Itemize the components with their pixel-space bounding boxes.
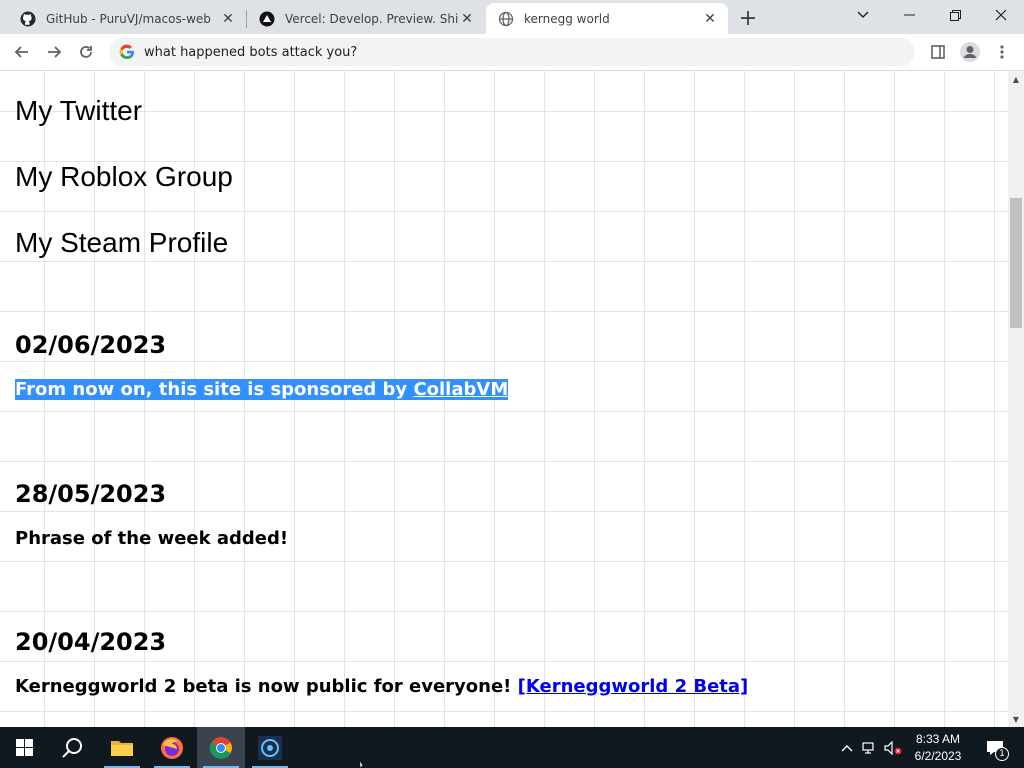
network-icon[interactable] [860,727,880,768]
update-text-body: Kerneggworld 2 beta is now public for ev… [15,676,518,697]
tab-strip: GitHub - PuruVJ/macos-web ✕ Vercel: Deve… [0,0,1024,34]
reload-icon[interactable] [72,38,100,66]
clock-date: 6/2/2023 [914,749,962,763]
tab-close-icon[interactable]: ✕ [220,11,236,27]
kerneggworld-beta-link[interactable]: [Kerneggworld 2 Beta] [518,676,749,697]
vertical-scrollbar[interactable]: ▲ ▼ [1008,71,1024,727]
taskbar-clock[interactable]: 8:33 AM 6/2/2023 [902,731,974,765]
notification-center-icon[interactable]: 1 [980,727,1010,768]
google-icon [119,44,135,60]
scroll-up-icon[interactable]: ▲ [1008,71,1024,87]
address-bar[interactable]: what happened bots attack you? [109,38,915,66]
menu-kebab-icon[interactable] [988,38,1016,66]
tab-title: Vercel: Develop. Preview. Ship. For [285,11,459,26]
notification-badge: 1 [995,747,1009,761]
tab-search-icon[interactable] [840,0,886,30]
browser-toolbar: what happened bots attack you? [0,34,1024,71]
collabvm-link[interactable]: CollabVM [413,379,508,400]
github-icon [20,11,36,27]
update-text: From now on, this site is sponsored by C… [15,379,509,400]
update-date: 20/04/2023 [15,628,167,656]
mouse-cursor-icon [360,760,365,768]
tray-overflow-icon[interactable] [838,727,856,768]
profile-avatar-icon[interactable] [956,38,984,66]
minimize-icon[interactable] [886,0,932,30]
new-tab-button[interactable]: + [735,6,761,31]
tab-title: kernegg world [524,11,610,26]
tab-github[interactable]: GitHub - PuruVJ/macos-web ✕ [8,3,246,34]
tab-close-icon[interactable]: ✕ [702,11,718,27]
windows-taskbar: 8:33 AM 6/2/2023 1 [0,727,1024,768]
close-icon[interactable] [978,0,1024,30]
volume-muted-icon[interactable] [882,727,904,768]
windows-start-icon[interactable] [0,727,48,768]
chrome-icon[interactable] [197,727,245,768]
update-date: 02/06/2023 [15,331,167,359]
page-viewport: My Twitter My Roblox Group My Steam Prof… [0,71,1008,727]
address-bar-text: what happened bots attack you? [144,44,358,60]
side-panel-icon[interactable] [924,38,952,66]
update-text: Phrase of the week added! [15,528,289,549]
scroll-down-icon[interactable]: ▼ [1008,711,1024,727]
steam-profile-link[interactable]: My Steam Profile [15,227,228,259]
update-date: 28/05/2023 [15,480,167,508]
tab-close-icon[interactable]: ✕ [459,11,475,27]
firefox-icon[interactable] [148,727,196,768]
back-icon[interactable] [8,38,36,66]
clock-time: 8:33 AM [915,732,961,746]
twitter-link[interactable]: My Twitter [15,95,142,127]
vercel-icon [259,11,275,27]
update-text-body: From now on, this site is sponsored by [15,379,414,400]
search-icon[interactable] [48,727,96,768]
tab-title: GitHub - PuruVJ/macos-web [46,11,211,26]
tab-kernegg-world[interactable]: kernegg world ✕ [486,3,728,34]
forward-icon[interactable] [40,38,68,66]
scrollbar-thumb[interactable] [1010,198,1022,328]
restore-icon[interactable] [932,0,978,30]
file-explorer-icon[interactable] [98,727,146,768]
tab-vercel[interactable]: Vercel: Develop. Preview. Ship. For ✕ [247,3,485,34]
globe-icon [498,11,514,27]
app-icon[interactable] [246,727,294,768]
update-text: Kerneggworld 2 beta is now public for ev… [15,676,748,697]
roblox-group-link[interactable]: My Roblox Group [15,161,233,193]
